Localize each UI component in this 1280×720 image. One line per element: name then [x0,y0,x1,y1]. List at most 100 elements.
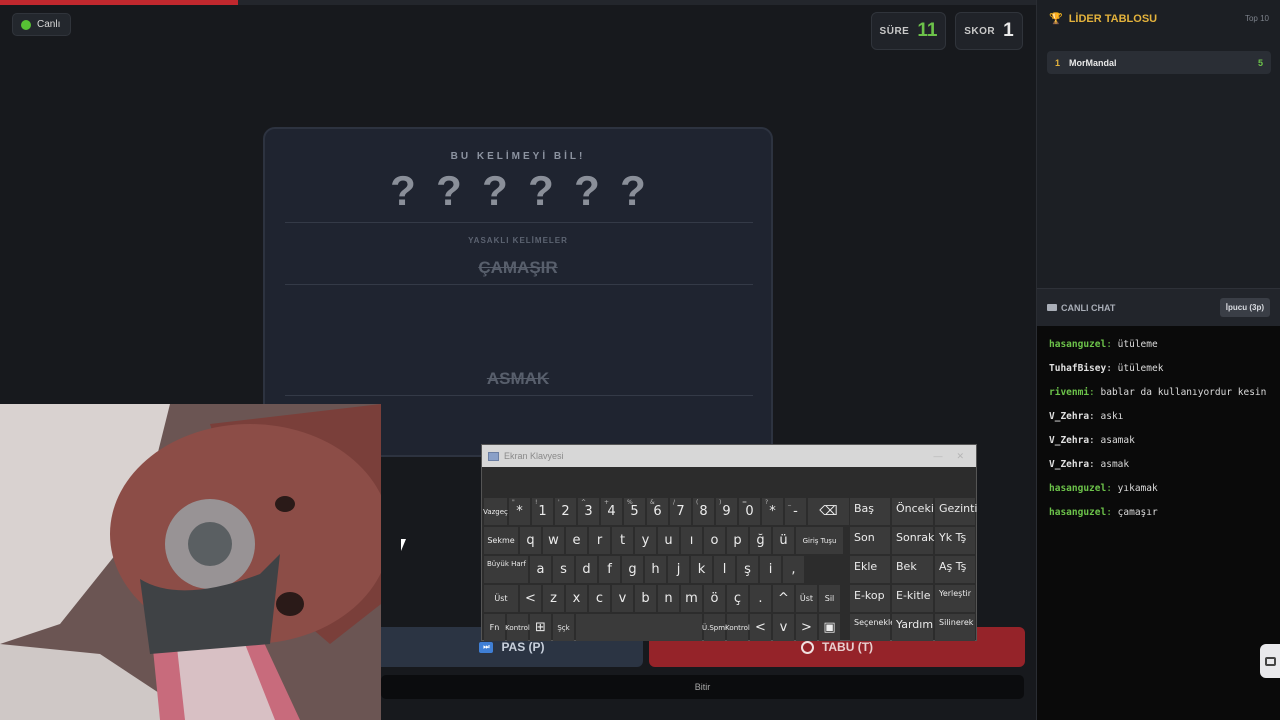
keyboard-nav-key[interactable]: Yk Tş [935,527,975,554]
keyboard-nav-key[interactable]: Önceki [892,498,934,525]
keyboard-key[interactable]: Kontrol [505,614,530,641]
keyboard-key[interactable]: ^ 3 [578,498,599,525]
forbidden-title: YASAKLI KELİMELER [468,236,568,245]
keyboard-nav-key[interactable]: E-kitle [892,585,933,612]
keyboard-key[interactable]: +4 [601,498,622,525]
key-label: ç [733,591,742,606]
keyboard-key[interactable]: ⊞ [530,614,551,641]
keyboard-key[interactable]: ü [773,527,794,554]
minimize-icon[interactable]: — [933,451,942,462]
keyboard-key[interactable]: q [520,527,541,554]
keyboard-key[interactable]: v [612,585,633,612]
divider [285,222,753,223]
keyboard-key[interactable]: d [576,556,597,583]
keyboard-key[interactable]: z [543,585,564,612]
key-label: v [618,591,627,606]
keyboard-key[interactable]: ▣ [819,614,840,641]
finish-button[interactable]: Bitir [381,675,1024,699]
keyboard-key[interactable]: . [750,585,771,612]
keyboard-key[interactable]: Ü.Spmi [702,614,727,641]
keyboard-key[interactable]: ğ [750,527,771,554]
keyboard-key[interactable]: i [760,556,781,583]
keyboard-key[interactable]: > [796,614,817,641]
keyboard-key[interactable]: v [773,614,794,641]
keyboard-key[interactable]: h [645,556,666,583]
keyboard-key[interactable]: c [589,585,610,612]
keyboard-nav-key[interactable]: Sonraki [892,527,937,554]
keyboard-key[interactable]: ş [737,556,758,583]
keyboard-key[interactable]: t [612,527,633,554]
keyboard-key[interactable]: < [520,585,541,612]
keyboard-key[interactable]: k [691,556,712,583]
keyboard-key[interactable]: = 0 [739,498,760,525]
keyboard-key[interactable]: " * [509,498,530,525]
keyboard-key[interactable]: ) 9 [716,498,737,525]
keyboard-nav-key[interactable]: Aş Tş [935,556,975,583]
keyboard-nav-key[interactable]: Yardım [892,614,933,641]
sidebar: 🏆 LİDER TABLOSU Top 10 1 MorMandal 5 CAN… [1036,0,1280,720]
keyboard-key[interactable]: Sekme [484,527,518,554]
keyboard-key[interactable]: , [783,556,804,583]
keyboard-key[interactable]: /7 [670,498,691,525]
keyboard-key[interactable]: o [704,527,725,554]
keyboard-nav-key[interactable]: Son [850,527,890,554]
key-shift-label: % [627,499,633,506]
key-label: k [697,562,706,577]
chat-username: hasanguzel [1049,339,1107,350]
masked-letter: ? [482,167,508,214]
keyboard-key[interactable]: Kontrol [725,614,750,641]
keyboard-nav-key[interactable]: Silinerek [935,614,975,641]
keyboard-nav-key[interactable]: Seçenekler [850,614,898,641]
keyboard-nav-key[interactable]: E-kop [850,585,890,612]
keyboard-key[interactable]: Vazgeç [483,498,508,525]
keyboard-key[interactable]: s [553,556,574,583]
side-panel-tab[interactable] [1260,644,1280,678]
taboo-label: TABU (T) [821,640,874,654]
keyboard-key[interactable]: l [714,556,735,583]
keyboard-key[interactable]: p [727,527,748,554]
keyboard-key[interactable] [576,614,702,641]
hint-button[interactable]: İpucu (3p) [1219,298,1270,317]
keyboard-key[interactable]: ! 1 [532,498,553,525]
keyboard-nav-key[interactable]: Yerleştir [935,585,975,612]
keyboard-key[interactable]: ? * [762,498,783,525]
keyboard-key[interactable]: ⌫ [808,498,849,525]
keyboard-key[interactable]: y [635,527,656,554]
keyboard-key[interactable]: Üst [484,585,518,612]
keyboard-key[interactable]: w [543,527,564,554]
keyboard-nav-key[interactable]: Bek [892,556,933,583]
keyboard-key[interactable]: Giriş Tuşu [796,527,843,554]
keyboard-key[interactable]: b [635,585,656,612]
keyboard-key[interactable]: (8 [693,498,714,525]
chat-text: asmak [1100,459,1130,470]
keyboard-key[interactable]: f [599,556,620,583]
keyboard-key[interactable]: ' 2 [555,498,576,525]
keyboard-nav-key[interactable]: Ekle [850,556,890,583]
keyboard-key[interactable]: Üst [796,585,817,612]
keyboard-key[interactable]: e [566,527,587,554]
keyboard-nav-key[interactable]: Gezinti [935,498,977,525]
keyboard-key[interactable]: Şçk [553,614,574,641]
keyboard-key[interactable]: x [566,585,587,612]
keyboard-key[interactable]: a [530,556,551,583]
keyboard-key[interactable]: u [658,527,679,554]
keyboard-key[interactable]: % 5 [624,498,645,525]
close-icon[interactable]: ✕ [956,451,964,462]
keyboard-key[interactable]: m [681,585,702,612]
keyboard-key[interactable]: _ - [785,498,806,525]
keyboard-key[interactable]: Fn [484,614,505,641]
keyboard-key[interactable]: ö [704,585,725,612]
keyboard-key[interactable]: j [668,556,689,583]
keyboard-key[interactable]: r [589,527,610,554]
keyboard-key[interactable]: n [658,585,679,612]
keyboard-key[interactable]: Büyük Harf [484,556,528,583]
keyboard-key[interactable]: < [750,614,771,641]
keyboard-key[interactable]: Sil [819,585,840,612]
keyboard-key[interactable]: ^ [773,585,794,612]
keyboard-key[interactable]: g [622,556,643,583]
keyboard-key[interactable]: ç [727,585,748,612]
keyboard-key[interactable]: ı [681,527,702,554]
keyboard-key[interactable]: & 6 [647,498,668,525]
chat-text: çamaşır [1117,507,1158,518]
keyboard-nav-key[interactable]: Baş [850,498,890,525]
